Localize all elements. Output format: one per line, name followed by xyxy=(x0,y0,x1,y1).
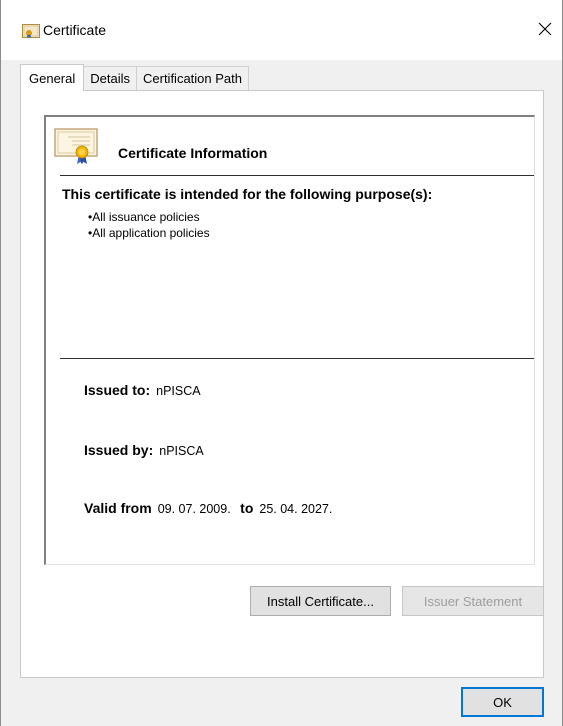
title-bar[interactable]: Certificate xyxy=(1,0,562,60)
valid-from-label: Valid from xyxy=(84,500,152,516)
valid-from-value: 09. 07. 2009. xyxy=(157,502,231,516)
issuer-statement-button[interactable]: Issuer Statement xyxy=(402,586,544,616)
divider-bottom xyxy=(60,358,534,359)
issued-to-label: Issued to: xyxy=(84,382,151,398)
ok-button[interactable]: OK xyxy=(461,687,544,717)
tab-certification-path[interactable]: Certification Path xyxy=(136,66,249,90)
close-button[interactable] xyxy=(532,16,558,42)
close-icon xyxy=(538,22,552,36)
certificate-info-heading: Certificate Information xyxy=(118,145,268,161)
install-certificate-button[interactable]: Install Certificate... xyxy=(250,586,391,616)
tab-details[interactable]: Details xyxy=(83,66,137,90)
issued-to-value: nPISCA xyxy=(156,384,201,398)
valid-period-row: Valid from 09. 07. 2009. to 25. 04. 2027. xyxy=(84,500,332,516)
purpose-heading: This certificate is intended for the fol… xyxy=(62,186,433,202)
list-item: All issuance policies xyxy=(88,209,210,225)
certificate-dialog: Certificate General Details Certificatio… xyxy=(0,0,563,726)
window-title: Certificate xyxy=(43,22,107,38)
valid-to-value: 25. 04. 2027. xyxy=(259,502,333,516)
tab-strip: General Details Certification Path xyxy=(20,64,249,91)
issued-by-value: nPISCA xyxy=(159,444,204,458)
issued-by-row: Issued by: nPISCA xyxy=(84,442,204,458)
purpose-list: All issuance policies All application po… xyxy=(88,209,210,241)
tab-general[interactable]: General xyxy=(20,64,85,91)
issued-to-row: Issued to: nPISCA xyxy=(84,382,201,398)
issued-by-label: Issued by: xyxy=(84,442,154,458)
tab-panel-general: Certificate Information This certificate… xyxy=(20,90,544,678)
divider-top xyxy=(60,175,534,176)
certificate-info-box: Certificate Information This certificate… xyxy=(44,115,535,565)
list-item: All application policies xyxy=(88,225,209,241)
certificate-icon xyxy=(22,24,40,38)
valid-to-label: to xyxy=(240,500,254,516)
certificate-icon xyxy=(54,128,98,164)
